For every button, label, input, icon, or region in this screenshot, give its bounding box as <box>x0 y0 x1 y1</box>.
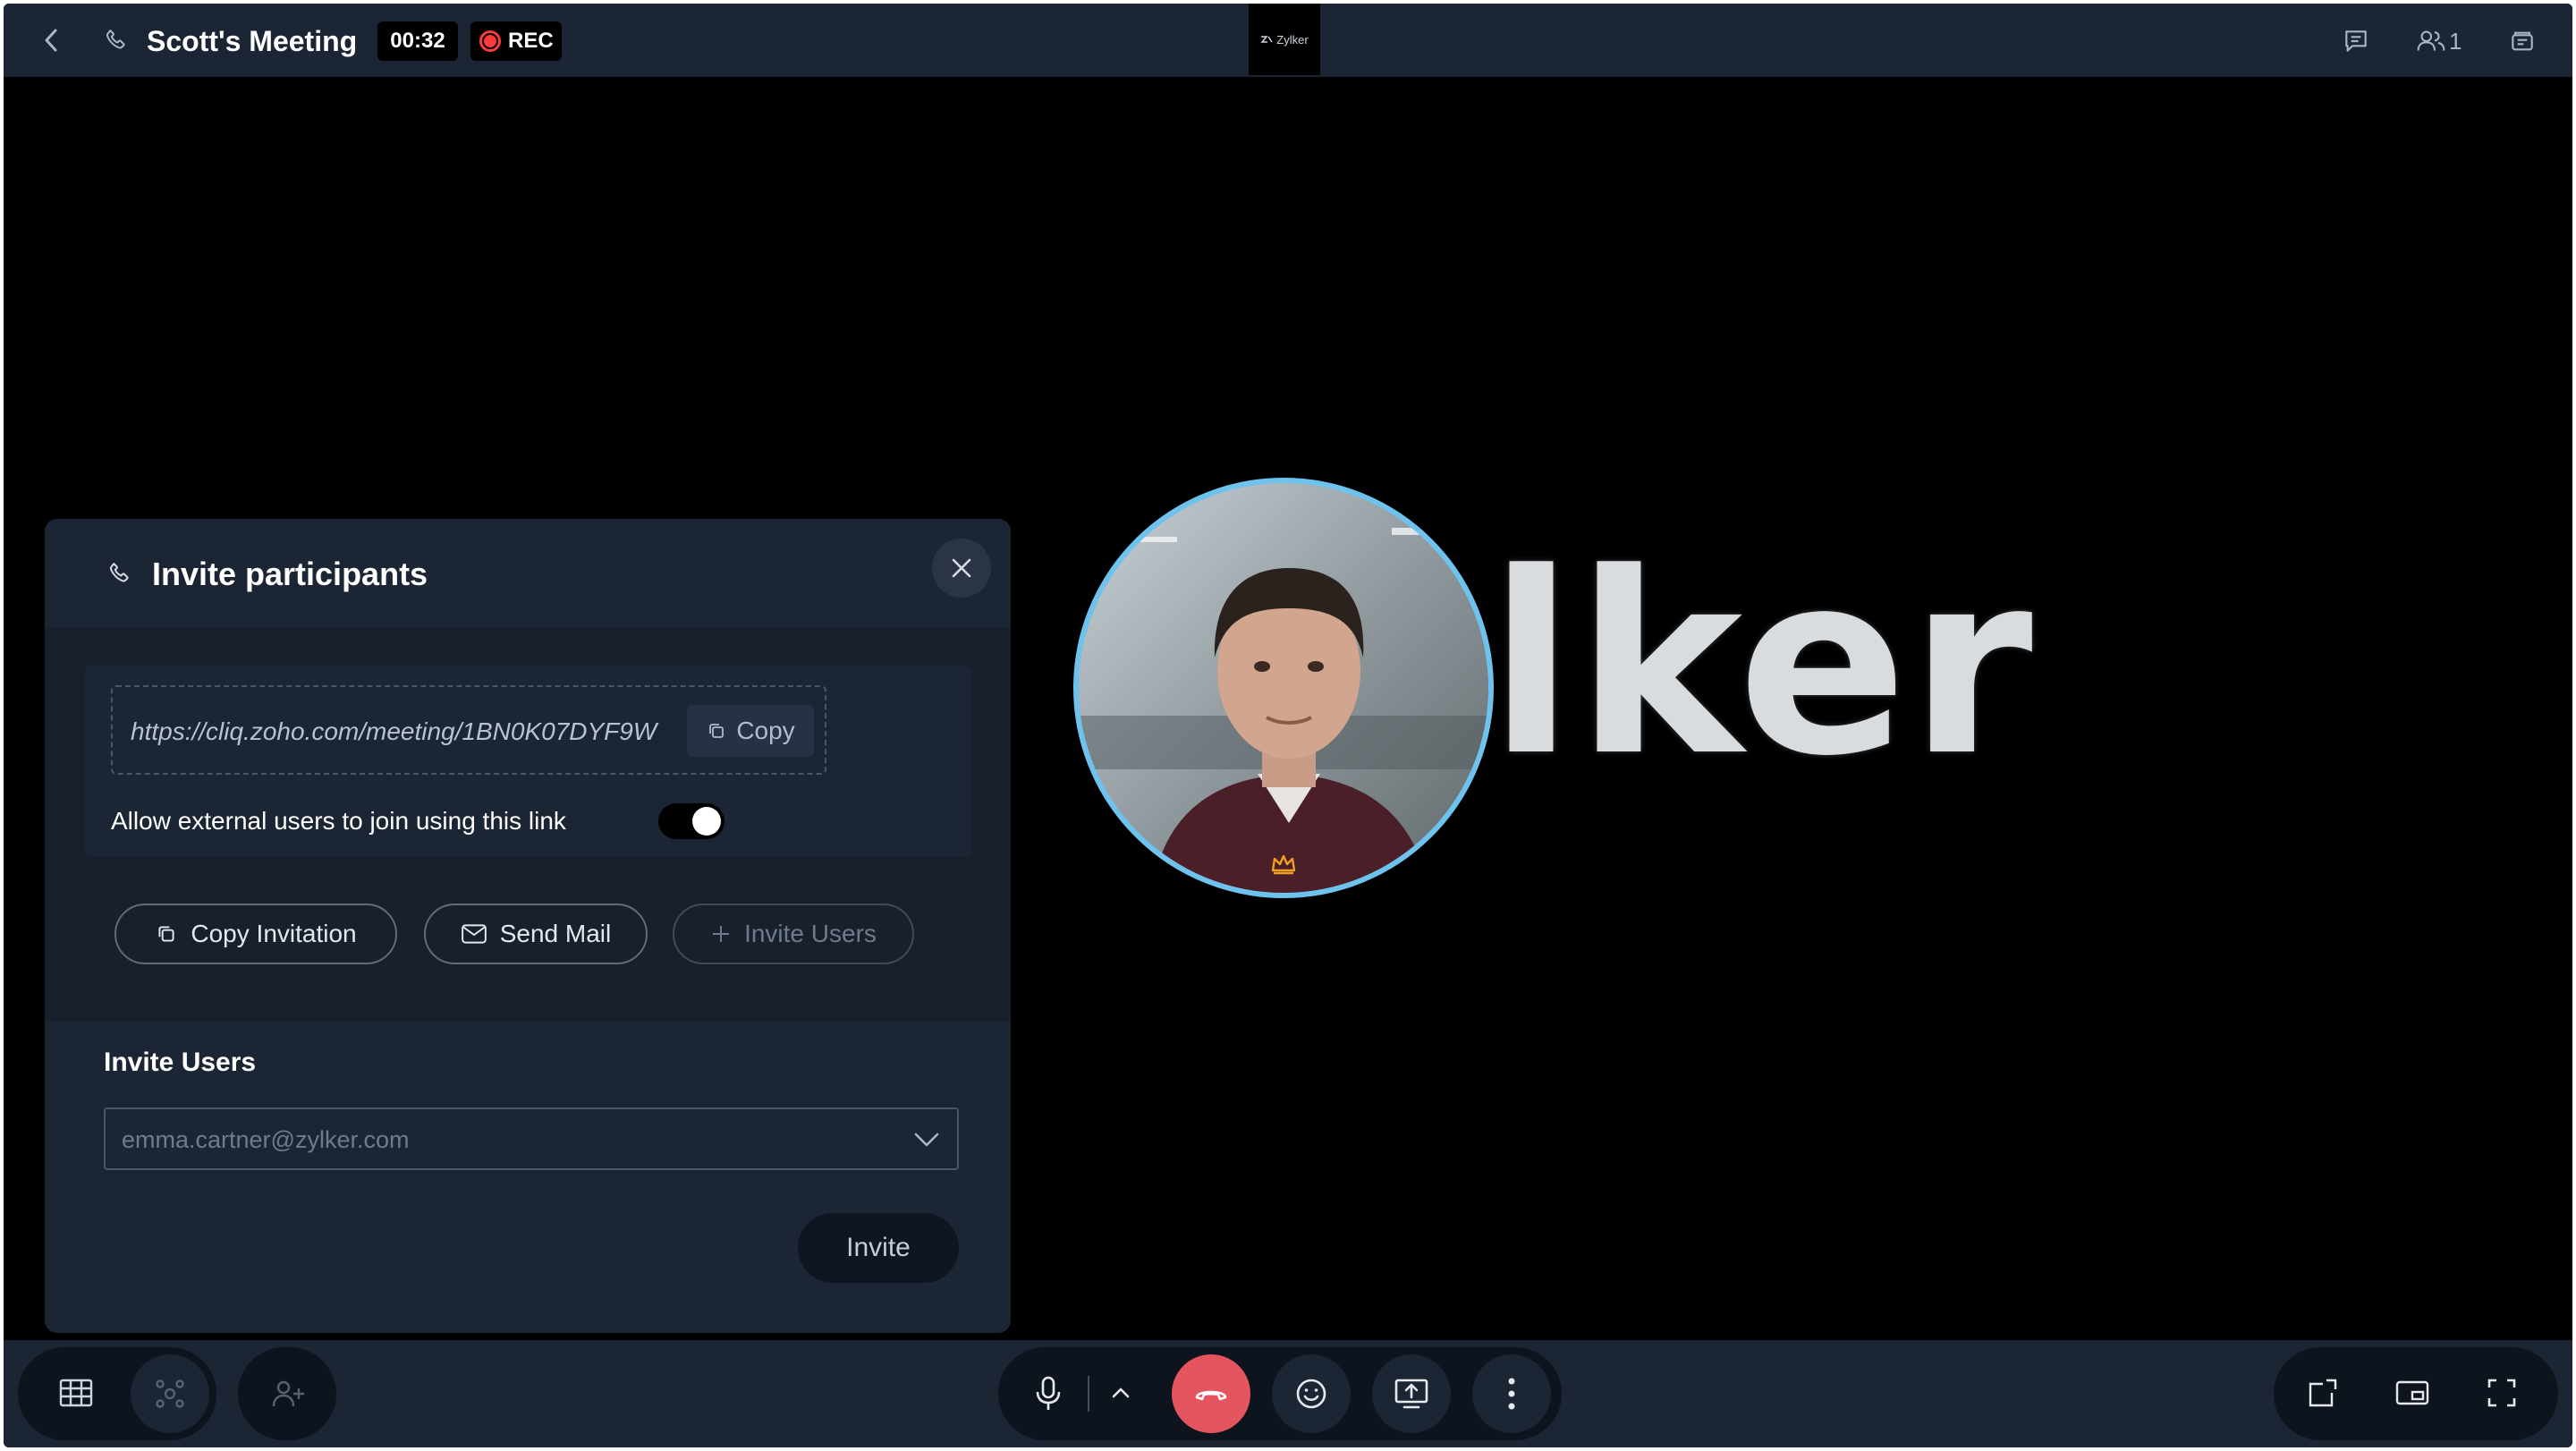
send-mail-button[interactable]: Send Mail <box>424 904 648 964</box>
chevron-up-icon <box>1112 1387 1130 1398</box>
brand-name: Zylker <box>1276 32 1309 47</box>
invite-users-section: Invite Users Invite <box>45 1022 1011 1333</box>
allow-external-label: Allow external users to join using this … <box>111 807 566 835</box>
meeting-window: Scott's Meeting 00:32 REC Zylker 1 lker <box>4 4 2572 1447</box>
invite-users-select[interactable] <box>104 1107 959 1170</box>
audio-options-button[interactable] <box>1089 1362 1152 1424</box>
meeting-link-box[interactable]: https://cliq.zoho.com/meeting/1BN0K07DYF… <box>111 685 826 775</box>
layout-button[interactable] <box>131 1354 209 1433</box>
meeting-title: Scott's Meeting <box>147 25 358 57</box>
dialog-header: Invite participants <box>45 519 1011 628</box>
microphone-icon <box>1036 1376 1061 1410</box>
copy-invitation-button[interactable]: Copy Invitation <box>114 904 397 964</box>
picture-in-picture-icon[interactable] <box>2381 1362 2444 1424</box>
shared-screen-text: lker <box>1488 520 2035 811</box>
grid-view-icon[interactable] <box>45 1362 107 1424</box>
plus-icon <box>713 926 730 942</box>
emoji-icon <box>1296 1379 1326 1409</box>
invite-button[interactable]: Invite <box>798 1213 959 1283</box>
meeting-link[interactable]: https://cliq.zoho.com/meeting/1BN0K07DYF… <box>131 714 657 750</box>
active-speaker-avatar[interactable] <box>1073 478 1494 898</box>
hang-up-icon <box>1195 1390 1227 1401</box>
back-chevron-icon[interactable] <box>30 20 72 61</box>
meeting-link-card: https://cliq.zoho.com/meeting/1BN0K07DYF… <box>84 666 971 857</box>
invite-users-heading: Invite Users <box>104 1048 257 1077</box>
reactions-button[interactable] <box>1272 1354 1351 1433</box>
copy-link-label: Copy <box>736 717 795 744</box>
bottom-bar <box>4 1340 2572 1447</box>
allow-external-toggle[interactable] <box>658 803 724 839</box>
network-layout-icon <box>156 1379 184 1408</box>
phone-icon <box>102 556 138 592</box>
top-bar: Scott's Meeting 00:32 REC Zylker 1 <box>4 4 2572 77</box>
close-button[interactable] <box>932 539 991 598</box>
recording-badge: REC <box>470 21 562 61</box>
share-screen-icon <box>1394 1379 1428 1409</box>
meeting-info-icon[interactable] <box>2504 23 2540 59</box>
participants-icon[interactable] <box>2413 23 2449 59</box>
dialog-title: Invite participants <box>152 556 428 592</box>
copy-icon <box>709 724 724 738</box>
add-user-icon <box>272 1380 304 1407</box>
microphone-button[interactable] <box>1009 1354 1088 1433</box>
mail-icon <box>461 924 487 944</box>
copy-icon <box>158 926 174 942</box>
participant-count: 1 <box>2449 28 2462 55</box>
chevron-down-icon[interactable] <box>911 1124 943 1156</box>
copy-link-button[interactable]: Copy <box>687 705 814 757</box>
fullscreen-icon[interactable] <box>2470 1362 2533 1424</box>
copy-invitation-label: Copy Invitation <box>191 920 357 947</box>
recording-label: REC <box>508 29 554 53</box>
share-screen-button[interactable] <box>1372 1354 1451 1433</box>
record-icon <box>479 30 501 52</box>
end-call-button[interactable] <box>1172 1354 1250 1433</box>
invite-participants-dialog: Invite participants https://cliq.zoho.co… <box>45 519 1011 1333</box>
invite-users-button[interactable]: Invite Users <box>673 904 914 964</box>
host-crown-icon <box>1268 849 1299 879</box>
close-icon <box>952 558 971 578</box>
invite-users-input[interactable] <box>122 1120 873 1159</box>
speaker-photo-icon <box>1079 483 1488 893</box>
dialog-link-section: https://cliq.zoho.com/meeting/1BN0K07DYF… <box>45 628 1011 1022</box>
invite-users-label: Invite Users <box>744 920 877 947</box>
zylker-logo-icon <box>1260 36 1273 43</box>
chat-icon[interactable] <box>2338 23 2374 59</box>
pop-out-icon[interactable] <box>2292 1362 2354 1424</box>
add-participant-button[interactable] <box>249 1354 327 1433</box>
send-mail-label: Send Mail <box>499 920 612 947</box>
more-options-button[interactable] <box>1472 1354 1551 1433</box>
phone-icon <box>98 23 134 59</box>
more-vertical-icon <box>1508 1378 1515 1410</box>
meeting-timer: 00:32 <box>377 21 458 61</box>
brand-logo: Zylker <box>1249 4 1320 75</box>
